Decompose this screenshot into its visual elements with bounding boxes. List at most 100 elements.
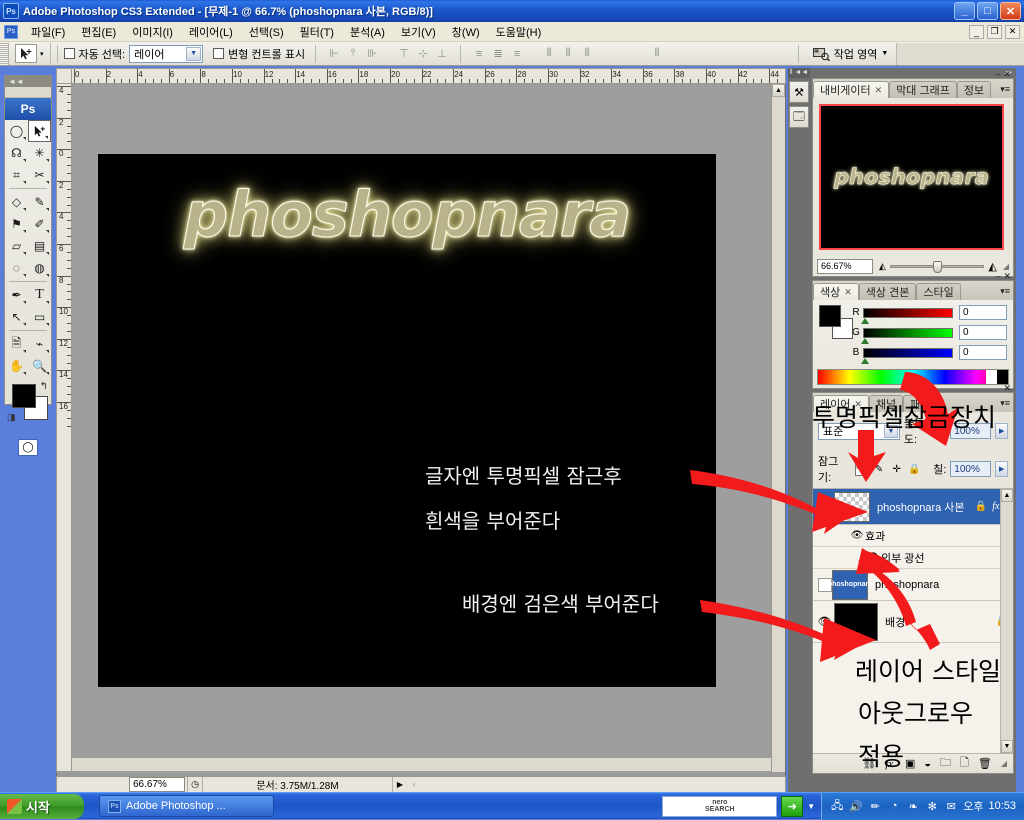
path-selection-tool-icon[interactable]: ↖ — [5, 306, 28, 328]
toolbox-drag-bar[interactable] — [5, 87, 51, 98]
channel-r-thumb[interactable] — [861, 317, 869, 324]
doc-close-button[interactable]: ✕ — [1005, 24, 1020, 39]
layer-effect-item[interactable]: 👁 외부 광선 — [813, 547, 1013, 569]
scroll-down-arrow-icon[interactable]: ▼ — [1001, 740, 1013, 753]
channel-b-thumb[interactable] — [861, 357, 869, 364]
move-tool-icon[interactable] — [28, 120, 51, 142]
pen-icon[interactable]: ✏ — [868, 799, 882, 813]
fill-stepper[interactable]: ▶ — [995, 461, 1008, 477]
notes-tool-icon[interactable]: 🗎 — [5, 333, 28, 355]
menu-image[interactable]: 이미지(I) — [124, 22, 181, 42]
panels-collapse-handle[interactable]: ▸▸ — [810, 68, 1016, 78]
panel-menu-icon[interactable]: ▾≡ — [1000, 398, 1010, 409]
channel-g-slider[interactable] — [861, 327, 953, 344]
channel-b-value[interactable]: 0 — [959, 345, 1007, 360]
menu-filter[interactable]: 필터(T) — [292, 22, 342, 42]
navigator-thumbnail[interactable]: phoshopnara — [819, 104, 1004, 250]
zoom-slider-track[interactable] — [889, 260, 985, 273]
standard-mode-icon[interactable]: ◯ — [18, 438, 38, 456]
chevron-down-icon[interactable]: ▼ — [186, 46, 202, 61]
menu-edit[interactable]: 편집(E) — [73, 22, 124, 42]
maximize-button[interactable]: □ — [977, 2, 998, 20]
panel-minimize-icon[interactable]: – — [995, 271, 1000, 282]
lock-position-icon[interactable]: ✛ — [890, 462, 904, 476]
tab-styles[interactable]: 스타일 — [916, 283, 961, 300]
layer-effects-header[interactable]: 👁 효과 — [813, 525, 1013, 547]
healing-brush-tool-icon[interactable]: ◇ — [5, 191, 28, 213]
new-layer-icon[interactable]: 🗋 — [960, 754, 969, 773]
layer-visibility-icon[interactable]: 👁 — [815, 615, 834, 628]
volume-icon[interactable]: 🔊 — [849, 799, 863, 813]
align-vertical-centers-icon[interactable]: ⊹ — [415, 46, 431, 62]
menu-file[interactable]: 파일(F) — [23, 22, 73, 42]
options-bar-grip[interactable] — [0, 42, 9, 65]
ruler-corner[interactable] — [56, 68, 72, 84]
pen-tool-icon[interactable]: ✒ — [5, 284, 28, 306]
table-row[interactable]: 👁 배경 🔒 — [813, 601, 1013, 643]
scroll-up-arrow-icon[interactable]: ▲ — [772, 84, 785, 97]
default-colors-icon[interactable]: ◨ — [7, 412, 16, 423]
nero-search-input[interactable]: nero SEARCH — [662, 795, 778, 817]
dodge-tool-icon[interactable]: ◍ — [28, 257, 51, 279]
marquee-tool-icon[interactable]: ◯ — [5, 120, 28, 142]
show-transform-controls-checkbox[interactable] — [213, 48, 225, 59]
shield-icon[interactable]: ◔ — [887, 799, 901, 813]
effects-visibility-icon[interactable]: 👁 — [849, 530, 865, 541]
new-adjustment-layer-icon[interactable]: ◒ — [924, 758, 931, 770]
horizontal-ruler[interactable]: 0 2 4 6 8 10 12 14 16 18 20 22 24 26 28 30 32 34 36 38 40 42 4… — [72, 68, 786, 84]
layer-visibility-icon[interactable]: 👁 — [815, 500, 834, 513]
close-icon[interactable]: ✕ — [875, 85, 883, 96]
menu-help[interactable]: 도움말(H) — [488, 22, 550, 42]
gradient-tool-icon[interactable]: ▤ — [28, 235, 51, 257]
distribute-right-icon[interactable]: ⦀ — [579, 46, 595, 62]
auto-select-dropdown[interactable]: 레이어 ▼ — [129, 44, 204, 63]
align-top-edges-icon[interactable]: ⊤ — [396, 46, 412, 62]
zoom-out-icon[interactable]: ◭ — [879, 261, 886, 272]
table-row[interactable]: 👁 phoshopnara 사본 🔒 fx ▴ — [813, 489, 1013, 525]
layer-thumbnail[interactable]: phoshopnara — [828, 569, 872, 600]
panel-close-icon[interactable]: ✕ — [1003, 383, 1011, 394]
panel-close-icon[interactable]: ✕ — [1003, 271, 1011, 282]
crop-tool-icon[interactable]: ⌗ — [5, 164, 28, 186]
black-white-swatches[interactable] — [986, 370, 1008, 384]
brush-tool-icon[interactable]: ✎ — [28, 191, 51, 213]
panel-menu-icon[interactable]: ▾≡ — [1000, 84, 1010, 95]
panel-close-icon[interactable]: ✕ — [1003, 69, 1011, 80]
lock-image-pixels-icon[interactable]: ✎ — [872, 462, 886, 476]
foreground-color-swatch[interactable] — [819, 305, 841, 327]
zoom-slider-thumb[interactable] — [932, 260, 942, 273]
dock-collapse-handle[interactable]: ‖ ◄◄ — [788, 68, 810, 78]
tab-color[interactable]: 색상 ✕ — [813, 283, 859, 300]
fx-icon[interactable]: fx — [992, 501, 999, 512]
panel-minimize-icon[interactable]: – — [995, 69, 1000, 80]
swap-colors-icon[interactable]: ↰ — [40, 381, 48, 392]
channel-r-slider[interactable] — [861, 307, 953, 324]
navigator-zoom-field[interactable]: 66.67% — [817, 258, 873, 274]
eraser-tool-icon[interactable]: ▱ — [5, 235, 28, 257]
lasso-tool-icon[interactable]: ☊ — [5, 142, 28, 164]
align-bottom-edges-icon[interactable]: ⊥ — [434, 46, 450, 62]
menu-analysis[interactable]: 분석(A) — [342, 22, 393, 42]
align-horizontal-centers-icon[interactable]: ⫯ — [345, 46, 361, 62]
chevron-down-icon[interactable]: ▼ — [881, 50, 888, 57]
tab-info[interactable]: 정보 — [956, 81, 992, 98]
layer-comps-icon[interactable]: 🗔 — [789, 106, 809, 128]
auto-select-checkbox[interactable] — [63, 48, 75, 59]
status-resize-grip[interactable]: ‹ — [407, 777, 421, 792]
lock-transparent-pixels-icon[interactable] — [854, 462, 869, 476]
table-row[interactable]: phoshopnara phoshopnara — [813, 569, 1013, 601]
distribute-bottom-icon[interactable]: ≡ — [509, 46, 525, 62]
close-icon[interactable]: ✕ — [844, 287, 852, 298]
auto-align-layers-icon[interactable]: ⦀ — [649, 46, 665, 62]
layer-list-scrollbar[interactable]: ▲ ▼ — [1000, 489, 1013, 753]
document-icon[interactable]: Ps — [4, 24, 18, 39]
canvas-vertical-scrollbar[interactable]: ▲ — [771, 84, 785, 772]
minimize-button[interactable]: _ — [954, 2, 975, 20]
tab-navigator[interactable]: 내비게이터 ✕ — [813, 81, 890, 98]
tab-histogram[interactable]: 막대 그래프 — [889, 81, 957, 98]
vertical-ruler[interactable]: 4 2 0 2 4 6 8 10 12 14 16 — [56, 84, 72, 772]
close-button[interactable]: ✕ — [1000, 2, 1021, 20]
zoom-level-field[interactable]: 66.67% — [129, 777, 185, 792]
menu-layer[interactable]: 레이어(L) — [181, 22, 241, 42]
navigator-zoom-slider[interactable]: ◭ ◭ — [879, 259, 997, 273]
